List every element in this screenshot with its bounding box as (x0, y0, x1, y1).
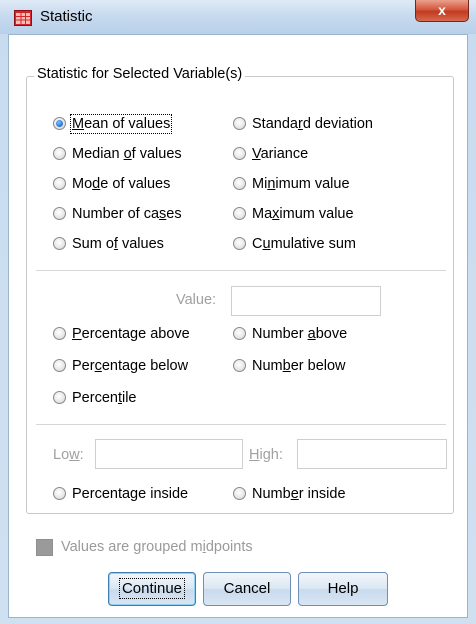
radio-button[interactable] (233, 207, 246, 220)
close-button[interactable]: x (415, 0, 469, 22)
radio-minimum-value[interactable]: Minimum value (233, 174, 350, 194)
radio-button[interactable] (233, 177, 246, 190)
radio-sum-of-values[interactable]: Sum of values (53, 234, 164, 254)
cancel-button[interactable]: Cancel (203, 572, 291, 606)
high-label: High: (249, 447, 283, 463)
radio-number-below[interactable]: Number below (233, 356, 346, 376)
radio-button[interactable] (53, 207, 66, 220)
radio-number-above[interactable]: Number above (233, 324, 347, 344)
low-input[interactable] (95, 439, 243, 469)
radio-button[interactable] (53, 487, 66, 500)
radio-button[interactable] (233, 117, 246, 130)
radio-number-inside[interactable]: Number inside (233, 484, 346, 504)
radio-button[interactable] (233, 359, 246, 372)
radio-button-selected[interactable] (53, 117, 66, 130)
radio-button[interactable] (233, 487, 246, 500)
radio-button[interactable] (53, 147, 66, 160)
value-label: Value: (176, 292, 217, 308)
continue-button[interactable]: Continue (108, 572, 196, 606)
radio-standard-deviation[interactable]: Standard deviation (233, 114, 373, 134)
value-input[interactable] (231, 286, 381, 316)
help-button[interactable]: Help (298, 572, 388, 606)
radio-label: Mean of values (69, 114, 173, 134)
radio-button[interactable] (53, 391, 66, 404)
radio-button[interactable] (53, 177, 66, 190)
groupbox-title: Statistic for Selected Variable(s) (34, 66, 246, 82)
radio-button[interactable] (53, 237, 66, 250)
radio-percentage-inside[interactable]: Percentage inside (53, 484, 188, 504)
radio-percentage-below[interactable]: Percentage below (53, 356, 188, 376)
radio-button[interactable] (233, 237, 246, 250)
radio-percentile[interactable]: Percentile (53, 388, 137, 408)
separator (36, 424, 446, 425)
radio-maximum-value[interactable]: Maximum value (233, 204, 354, 224)
title-bar[interactable]: Statistic x (0, 0, 476, 34)
table-icon (14, 10, 32, 26)
radio-cumulative-sum[interactable]: Cumulative sum (233, 234, 356, 254)
radio-number-of-cases[interactable]: Number of cases (53, 204, 182, 224)
radio-variance[interactable]: Variance (233, 144, 308, 164)
window-title: Statistic (40, 8, 93, 25)
close-icon: x (438, 2, 446, 18)
statistic-dialog: Statistic x Statistic for Selected Varia… (0, 0, 476, 624)
low-label: Low: (53, 447, 84, 463)
grouped-midpoints-label: Values are grouped midpoints (61, 539, 253, 555)
radio-mean-of-values[interactable]: Mean of values (53, 114, 173, 134)
separator (36, 270, 446, 271)
radio-button[interactable] (53, 359, 66, 372)
radio-percentage-above[interactable]: Percentage above (53, 324, 190, 344)
high-input[interactable] (297, 439, 447, 469)
radio-median-of-values[interactable]: Median of values (53, 144, 182, 164)
radio-button[interactable] (53, 327, 66, 340)
grouped-midpoints-checkbox[interactable] (36, 539, 53, 556)
radio-button[interactable] (233, 147, 246, 160)
radio-mode-of-values[interactable]: Mode of values (53, 174, 170, 194)
radio-button[interactable] (233, 327, 246, 340)
